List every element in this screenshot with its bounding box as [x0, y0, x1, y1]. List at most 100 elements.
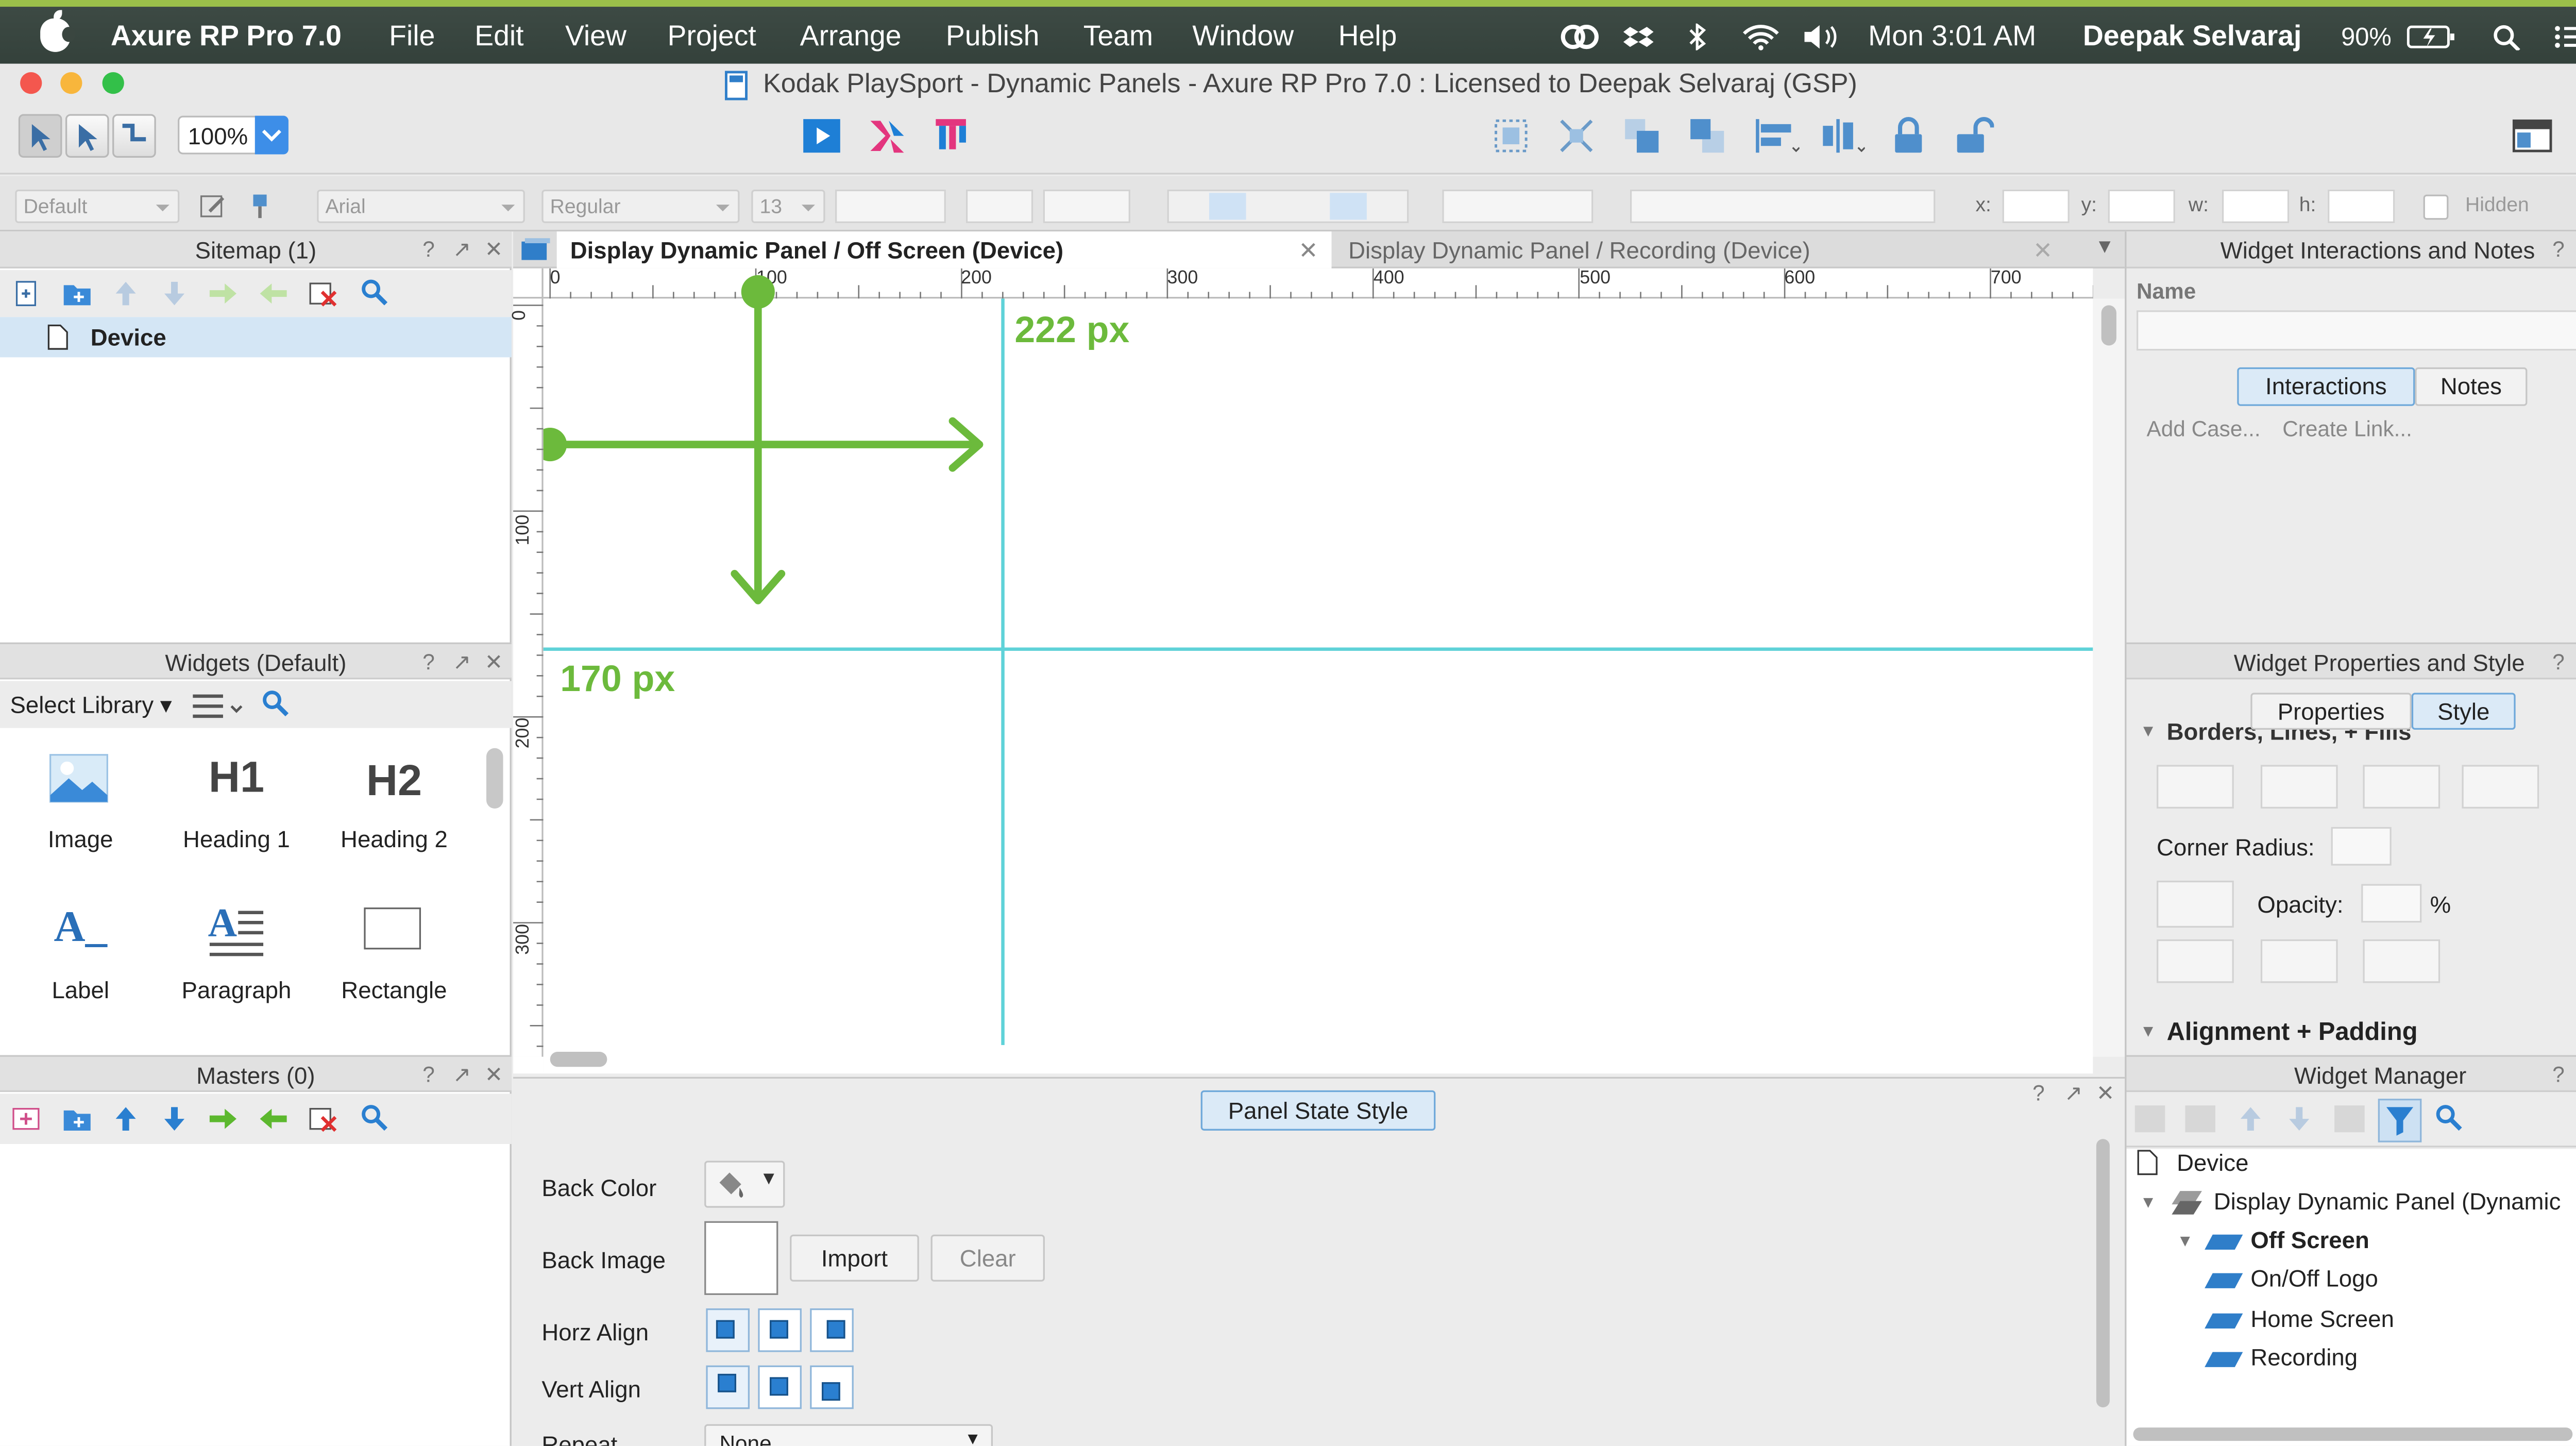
move-down-icon[interactable] — [159, 1105, 190, 1132]
line-width-button[interactable] — [2363, 765, 2441, 809]
select-intersected-button[interactable] — [18, 114, 62, 158]
opacity-input[interactable] — [2361, 884, 2422, 923]
widget-paragraph[interactable]: A Paragraph — [159, 893, 313, 1013]
design-canvas[interactable]: 222 px 170 px — [543, 275, 2093, 1057]
help-icon[interactable]: ? — [2552, 1057, 2565, 1094]
lock-icon[interactable] — [1888, 116, 1928, 156]
align-left-icon[interactable] — [1753, 116, 1800, 156]
outdent-icon[interactable] — [258, 1105, 289, 1132]
tab-recording[interactable]: Display Dynamic Panel / Recording (Devic… — [1335, 231, 2066, 268]
tree-item-state[interactable]: Home Screen — [2250, 1305, 2394, 1332]
h-input[interactable] — [2328, 189, 2395, 223]
horz-align-center-button[interactable] — [758, 1308, 802, 1352]
delete-master-icon[interactable] — [309, 1105, 339, 1132]
name-input[interactable] — [2137, 310, 2576, 351]
tree-item-state[interactable]: Off Screen — [2250, 1226, 2369, 1253]
move-up-icon[interactable] — [111, 1105, 141, 1132]
app-menu[interactable]: Axure RP Pro 7.0 — [111, 20, 342, 54]
w-input[interactable] — [2222, 189, 2290, 223]
group-icon[interactable] — [1491, 116, 1531, 156]
share-axshare-icon[interactable] — [867, 116, 907, 156]
menu-help[interactable]: Help — [1338, 20, 1397, 54]
alignment-section-title[interactable]: Alignment + Padding — [2167, 1018, 2418, 1047]
line-pattern-button[interactable] — [2462, 765, 2539, 809]
delete-page-icon[interactable] — [309, 280, 339, 307]
help-icon[interactable]: ? — [2552, 644, 2565, 681]
panel-state-style-tab[interactable]: Panel State Style — [1200, 1090, 1436, 1131]
popout-icon[interactable]: ↗ — [453, 231, 471, 268]
font-size-select[interactable]: 13 — [751, 189, 825, 223]
font-weight-select[interactable]: Regular — [541, 189, 740, 223]
add-folder-icon[interactable] — [62, 280, 92, 307]
style-select[interactable]: Default — [15, 189, 180, 223]
distribute-icon[interactable] — [1818, 116, 1865, 156]
widget-label-item[interactable]: A_ Label — [4, 893, 158, 1013]
dropbox-icon[interactable] — [1623, 24, 1654, 51]
pss-scrollbar[interactable] — [2096, 1139, 2110, 1408]
menu-window[interactable]: Window — [1192, 20, 1294, 54]
hidden-checkbox[interactable] — [2423, 194, 2449, 220]
vert-align-top-button[interactable] — [706, 1365, 750, 1409]
outdent-icon[interactable] — [258, 280, 289, 307]
font-select[interactable]: Arial — [317, 189, 525, 223]
back-color-picker[interactable]: ▼ — [704, 1161, 785, 1208]
help-icon[interactable]: ? — [422, 644, 435, 681]
import-button[interactable]: Import — [790, 1234, 919, 1282]
popout-icon[interactable]: ↗ — [2064, 1080, 2083, 1107]
ungroup-icon[interactable] — [1556, 116, 1597, 156]
tree-hscrollbar[interactable] — [2133, 1427, 2573, 1441]
menu-arrange[interactable]: Arrange — [800, 20, 902, 54]
inner-shadow-button[interactable] — [2260, 939, 2338, 983]
unlock-icon[interactable] — [1954, 116, 1994, 156]
move-up-icon[interactable] — [2235, 1105, 2266, 1132]
indent-icon[interactable] — [208, 280, 239, 307]
expand-triangle-icon[interactable]: ▼ — [2177, 1233, 2193, 1252]
left-pane-toggle-icon[interactable] — [2512, 116, 2552, 156]
format-painter-icon[interactable] — [245, 191, 275, 222]
horizontal-guide[interactable] — [543, 647, 2093, 650]
menu-project[interactable]: Project — [668, 20, 756, 54]
menu-icon[interactable] — [191, 693, 245, 719]
menu-view[interactable]: View — [565, 20, 626, 54]
corner-radius-input[interactable] — [2331, 827, 2392, 866]
publish-icon[interactable] — [933, 116, 973, 156]
volume-icon[interactable] — [1803, 24, 1843, 51]
menu-edit[interactable]: Edit — [474, 20, 523, 54]
fill-style-button[interactable] — [2157, 765, 2234, 809]
properties-tab[interactable]: Properties — [2250, 693, 2412, 730]
select-library-dropdown[interactable]: Select Library ▾ — [10, 691, 172, 719]
wifi-icon[interactable] — [1741, 24, 1781, 51]
text-align-buttons[interactable] — [1167, 189, 1409, 223]
notification-center-icon[interactable] — [2554, 24, 2576, 51]
y-input[interactable] — [2108, 189, 2175, 223]
tree-item-state[interactable]: On/Off Logo — [2250, 1265, 2378, 1291]
interactions-tab[interactable]: Interactions — [2237, 367, 2415, 406]
tree-item-dynamic-panel[interactable]: Display Dynamic Panel (Dynamic — [2214, 1188, 2561, 1215]
apple-icon[interactable] — [40, 10, 76, 52]
popout-icon[interactable]: ↗ — [453, 1057, 471, 1094]
duplicate-state-icon[interactable] — [2185, 1105, 2215, 1133]
repeat-select[interactable]: None ▼ — [704, 1424, 993, 1446]
delete-state-icon[interactable] — [2334, 1105, 2365, 1133]
clear-button[interactable]: Clear — [930, 1234, 1045, 1282]
move-down-icon[interactable] — [2284, 1105, 2314, 1132]
battery-icon[interactable] — [2406, 24, 2457, 51]
indent-icon[interactable] — [208, 1105, 239, 1132]
bluetooth-icon[interactable] — [1687, 23, 1707, 51]
add-state-icon[interactable] — [2134, 1105, 2165, 1133]
spotlight-search-icon[interactable] — [2492, 24, 2522, 51]
filter-button[interactable] — [2378, 1099, 2422, 1142]
popout-icon[interactable]: ↗ — [453, 644, 471, 681]
font-color-button[interactable] — [965, 189, 1033, 223]
add-case-link[interactable]: Add Case... — [2147, 416, 2261, 441]
widgets-scrollbar[interactable] — [486, 748, 503, 809]
tab-off-screen[interactable]: Display Dynamic Panel / Off Screen (Devi… — [556, 231, 1332, 268]
close-icon[interactable]: ✕ — [485, 644, 503, 681]
connector-tool-button[interactable] — [112, 114, 156, 158]
style-tab[interactable]: Style — [2411, 693, 2516, 730]
widget-image[interactable]: Image — [4, 742, 158, 862]
tree-item-state[interactable]: Recording — [2250, 1343, 2358, 1370]
help-icon[interactable]: ? — [422, 231, 435, 268]
menu-publish[interactable]: Publish — [946, 20, 1040, 54]
chevron-down-icon[interactable] — [255, 115, 289, 155]
